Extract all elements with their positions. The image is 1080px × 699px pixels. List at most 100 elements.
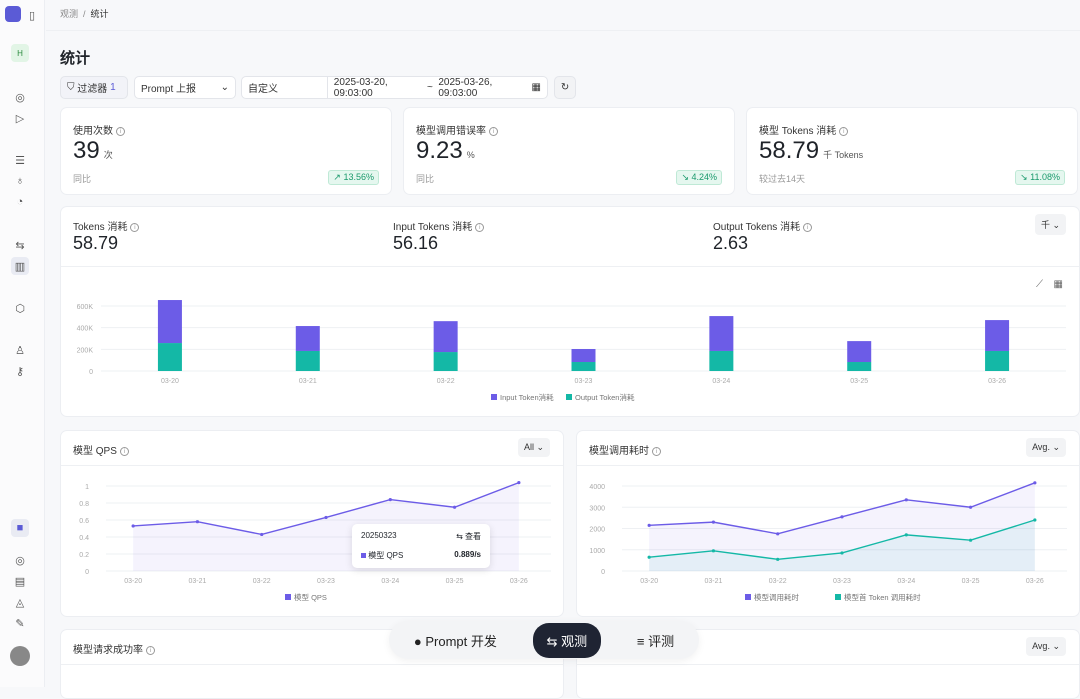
- dock-prompt-dev[interactable]: ● Prompt 开发: [400, 623, 511, 658]
- y-tick-label: 0.2: [79, 552, 89, 559]
- filter-button[interactable]: ⛉ 过滤器 1: [60, 76, 128, 99]
- data-point: [711, 520, 716, 524]
- x-tick-label: 03-26: [1026, 578, 1044, 585]
- info-icon[interactable]: i: [146, 645, 155, 655]
- view-trace-link[interactable]: ⇆ 查看: [456, 531, 481, 542]
- bar-input: [571, 349, 596, 363]
- compass-icon[interactable]: ◎: [11, 88, 29, 106]
- database-icon[interactable]: ☰: [11, 151, 29, 169]
- kpi-card: 模型调用错误率 i 9.23% 同比 ↘ 4.24%: [403, 107, 735, 195]
- x-tick-label: 03-26: [988, 378, 1006, 385]
- bar-output: [571, 362, 596, 371]
- collapse-sidebar-icon[interactable]: ▯: [23, 6, 41, 24]
- y-tick-label: 200K: [77, 347, 94, 354]
- legend-swatch: [491, 394, 497, 400]
- kpi-unit: %: [466, 150, 475, 160]
- data-point: [776, 557, 780, 561]
- trace-icon[interactable]: ⇆: [11, 236, 29, 254]
- info-icon[interactable]: i: [839, 126, 849, 136]
- x-tick-label: 03-23: [575, 378, 593, 385]
- kpi-value: 9.23: [416, 137, 463, 164]
- kpi-delta-badge: ↘ 4.24%: [676, 170, 722, 185]
- kpi-card: 使用次数 i 39 次同比 ↗ 13.56%: [60, 107, 392, 195]
- calendar-icon: ▦: [531, 82, 541, 93]
- bar-output: [847, 362, 872, 371]
- tokens-card: Tokens 消耗 i 58.79 Input Tokens 消耗 i 56.16 Outp…: [60, 206, 1080, 417]
- data-point: [388, 498, 392, 502]
- token-bar-chart: 0 200K 400K 600K 03-20 03-21 03-22 03-23 03-24 03…: [77, 300, 1066, 402]
- x-tick-label: 03-24: [897, 578, 915, 585]
- kpi-value: 39: [73, 137, 100, 164]
- legend-label: Output Token消耗: [575, 392, 635, 402]
- y-tick-label: 2000: [589, 527, 605, 534]
- doc-icon[interactable]: ▤: [11, 572, 29, 590]
- data-point: [840, 551, 844, 555]
- chart-icon[interactable]: ▥: [11, 257, 29, 275]
- x-tick-label: 03-20: [124, 578, 142, 585]
- data-point: [324, 515, 328, 520]
- app-logo-icon[interactable]: ■: [11, 519, 29, 537]
- breadcrumb-current: 统计: [90, 9, 109, 19]
- bottom-dock: ● Prompt 开发 ⇆ 观测 ≡ 评测: [389, 621, 699, 659]
- kpi-compare: 同比: [73, 174, 92, 184]
- kpi-unit: 次: [103, 150, 113, 160]
- filter-count: 1: [110, 82, 116, 93]
- kpi-compare: 较过去14天: [759, 174, 806, 184]
- refresh-button[interactable]: ↻: [554, 76, 576, 99]
- info-icon[interactable]: i: [489, 126, 498, 136]
- bulb-icon[interactable]: ♁: [11, 172, 29, 190]
- compass-icon[interactable]: ◎: [11, 551, 29, 569]
- x-tick-label: 03-21: [299, 378, 317, 385]
- refresh-icon: ↻: [560, 82, 570, 93]
- bar-input: [295, 326, 320, 351]
- user-avatar[interactable]: [10, 646, 30, 666]
- data-point: [452, 505, 457, 509]
- start-date[interactable]: 2025-03-20, 09:03:00: [326, 76, 422, 99]
- dock-observe[interactable]: ⇆ 观测: [532, 622, 602, 658]
- gauge-icon[interactable]: ◔: [11, 193, 29, 211]
- legend-label: 模型首 Token 调用耗时: [844, 592, 921, 602]
- report-select[interactable]: Prompt 上报 ⌄: [134, 76, 236, 99]
- kpi-delta-badge: ↘ 11.08%: [1015, 170, 1065, 185]
- kpi-unit: 千 Tokens: [823, 150, 864, 160]
- plug-icon[interactable]: ✎: [11, 614, 29, 632]
- legend-label: 模型调用耗时: [754, 592, 799, 602]
- bottom-right-select[interactable]: Avg. ⌄: [1026, 637, 1066, 656]
- page-title: 统计: [60, 50, 91, 67]
- cube-icon[interactable]: ⬡: [11, 299, 29, 317]
- filter-icon: ⛉: [67, 82, 78, 93]
- app-logo[interactable]: [5, 6, 21, 22]
- data-point: [517, 481, 521, 485]
- end-date[interactable]: 2025-03-26, 09:03:00: [438, 77, 526, 99]
- x-tick-label: 03-22: [437, 378, 455, 385]
- play-icon[interactable]: ▷: [11, 109, 29, 127]
- kpi-title: 使用次数: [73, 126, 113, 137]
- bar-input: [433, 321, 458, 353]
- x-tick-label: 03-20: [161, 378, 179, 385]
- legend-swatch: [745, 594, 751, 600]
- kpi-value: 58.79: [759, 137, 820, 164]
- data-point: [776, 532, 780, 536]
- legend-swatch: [835, 594, 841, 600]
- info-icon[interactable]: i: [116, 126, 125, 136]
- database-icon: ≡: [636, 633, 645, 649]
- bar-output: [985, 350, 1010, 371]
- prompt-icon: ●: [413, 633, 422, 649]
- y-tick-label: 3000: [589, 505, 605, 512]
- bell-icon[interactable]: ◬: [11, 593, 29, 611]
- key-icon[interactable]: ⚷: [11, 362, 29, 380]
- x-tick-label: 03-22: [253, 578, 271, 585]
- bar-output: [157, 343, 182, 371]
- workspace-avatar[interactable]: H: [11, 44, 29, 62]
- qps-card: 模型 QPS i All ⌄ 0 0.2 0.4 0.6 0.8 1 03-20 03-21 03…: [60, 430, 564, 617]
- date-range-picker[interactable]: 自定义 2025-03-20, 09:03:00 ~ 2025-03-26, 0…: [241, 76, 548, 99]
- breadcrumb-parent[interactable]: 观测: [60, 9, 78, 19]
- x-tick-label: 03-22: [769, 578, 787, 585]
- x-tick-label: 03-23: [833, 578, 851, 585]
- latency-line-chart: 0 1000 2000 3000 4000 03-20 03-21 03-22 03-23 03-…: [589, 481, 1067, 602]
- dock-evaluate[interactable]: ≡ 评测: [623, 623, 688, 658]
- y-tick-label: 0.4: [79, 535, 89, 542]
- user-icon[interactable]: ♙: [11, 341, 29, 359]
- y-tick-label: 600K: [77, 304, 94, 311]
- range-select[interactable]: 自定义: [248, 80, 327, 95]
